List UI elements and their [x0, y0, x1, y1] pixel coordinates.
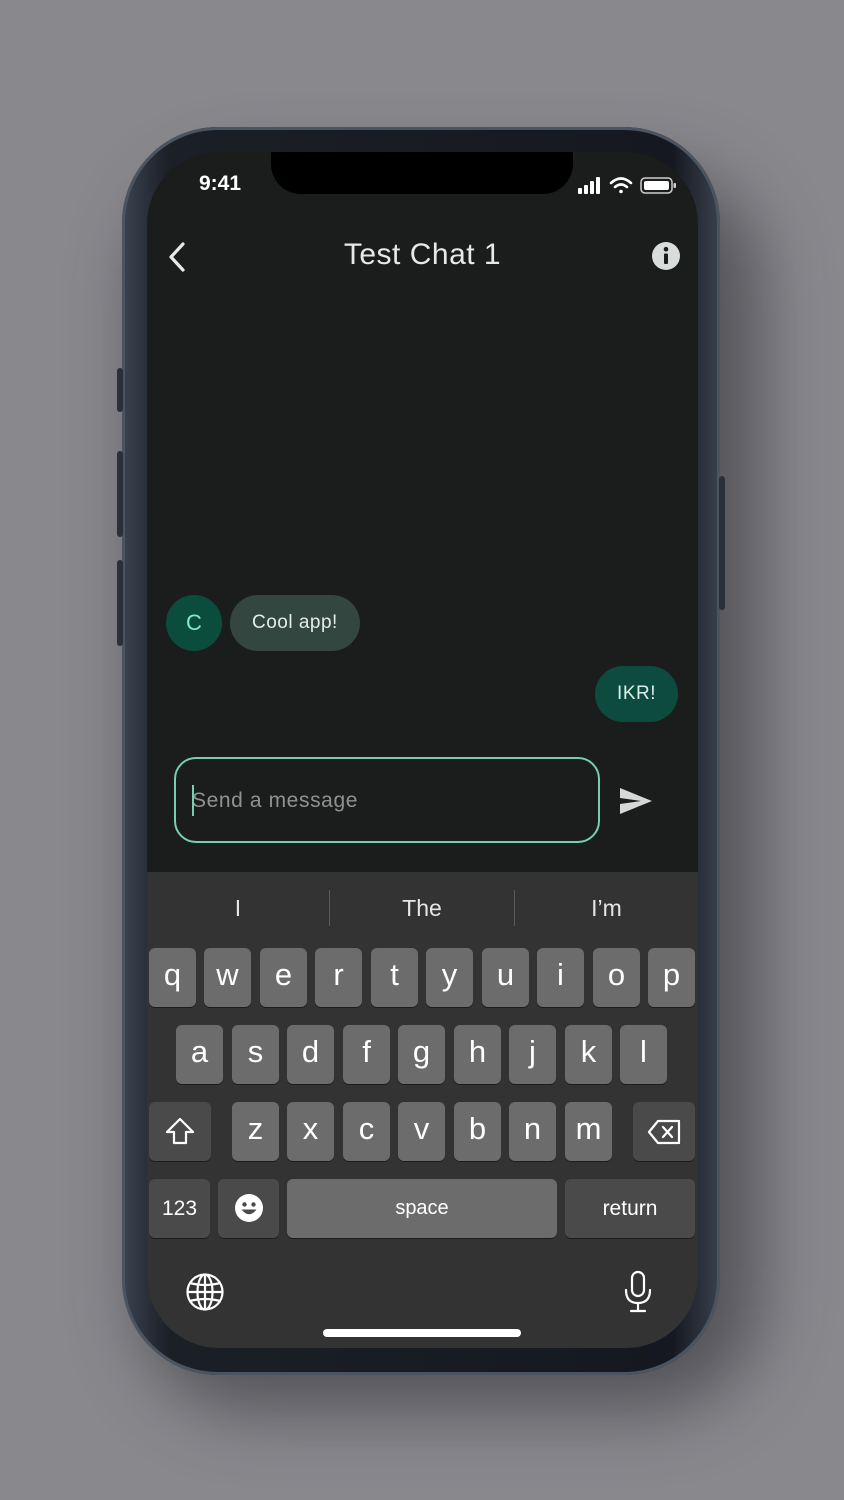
key-s[interactable]: s	[232, 1025, 279, 1084]
key-b[interactable]: b	[454, 1102, 501, 1161]
key-y[interactable]: y	[426, 948, 473, 1007]
signal-icon	[578, 177, 600, 194]
key-c[interactable]: c	[343, 1102, 390, 1161]
emoji-key[interactable]	[218, 1179, 279, 1238]
key-e[interactable]: e	[260, 948, 307, 1007]
suggestion-item[interactable]: The	[330, 872, 514, 944]
key-j[interactable]: j	[509, 1025, 556, 1084]
key-k[interactable]: k	[565, 1025, 612, 1084]
globe-icon	[186, 1273, 224, 1311]
key-l[interactable]: l	[620, 1025, 667, 1084]
microphone-icon	[624, 1270, 652, 1313]
wifi-icon	[609, 177, 633, 194]
incoming-message-bubble: Cool app!	[230, 595, 360, 651]
key-g[interactable]: g	[398, 1025, 445, 1084]
key-w[interactable]: w	[204, 948, 251, 1007]
numbers-key[interactable]: 123	[149, 1179, 210, 1238]
emoji-icon	[234, 1194, 263, 1222]
key-z[interactable]: z	[232, 1102, 279, 1161]
key-q[interactable]: q	[149, 948, 196, 1007]
info-icon	[652, 242, 680, 270]
space-key[interactable]: space	[287, 1179, 557, 1238]
suggestion-item[interactable]: I’m	[515, 872, 698, 944]
silent-switch	[117, 368, 123, 412]
text-caret	[192, 785, 194, 816]
key-n[interactable]: n	[509, 1102, 556, 1161]
key-a[interactable]: a	[176, 1025, 223, 1084]
status-icons	[578, 177, 676, 194]
key-t[interactable]: t	[371, 948, 418, 1007]
key-p[interactable]: p	[648, 948, 695, 1007]
chat-title: Test Chat 1	[343, 238, 502, 271]
keyboard: I The I’m q w e r t y u i o p a s d f g …	[147, 872, 698, 1348]
message-input[interactable]	[190, 759, 584, 842]
key-i[interactable]: i	[537, 948, 584, 1007]
key-h[interactable]: h	[454, 1025, 501, 1084]
outgoing-message-bubble: IKR!	[595, 666, 678, 722]
volume-down-button	[117, 560, 123, 646]
message-input-container	[174, 757, 600, 843]
send-icon	[620, 788, 652, 814]
globe-button[interactable]	[185, 1272, 225, 1312]
volume-up-button	[117, 451, 123, 537]
shift-key[interactable]	[149, 1102, 211, 1161]
delete-key[interactable]	[633, 1102, 695, 1161]
avatar: C	[166, 595, 222, 651]
key-v[interactable]: v	[398, 1102, 445, 1161]
notch	[271, 152, 573, 194]
suggestion-item[interactable]: I	[147, 872, 329, 944]
shift-icon	[165, 1117, 195, 1145]
backspace-icon	[647, 1119, 681, 1145]
status-time: 9:41	[199, 172, 242, 195]
dictation-button[interactable]	[623, 1270, 653, 1314]
power-button	[719, 476, 725, 610]
key-m[interactable]: m	[565, 1102, 612, 1161]
battery-icon	[640, 177, 676, 194]
phone-screen: 9:41 Test Chat 1 C Cool app! IKR! Send a…	[147, 152, 698, 1348]
suggestion-bar: I The I’m	[147, 872, 698, 944]
send-button[interactable]	[619, 786, 653, 816]
key-r[interactable]: r	[315, 948, 362, 1007]
key-x[interactable]: x	[287, 1102, 334, 1161]
key-u[interactable]: u	[482, 948, 529, 1007]
home-indicator[interactable]	[323, 1329, 521, 1337]
key-f[interactable]: f	[343, 1025, 390, 1084]
info-button[interactable]	[651, 241, 681, 271]
key-d[interactable]: d	[287, 1025, 334, 1084]
key-o[interactable]: o	[593, 948, 640, 1007]
return-key[interactable]: return	[565, 1179, 695, 1238]
